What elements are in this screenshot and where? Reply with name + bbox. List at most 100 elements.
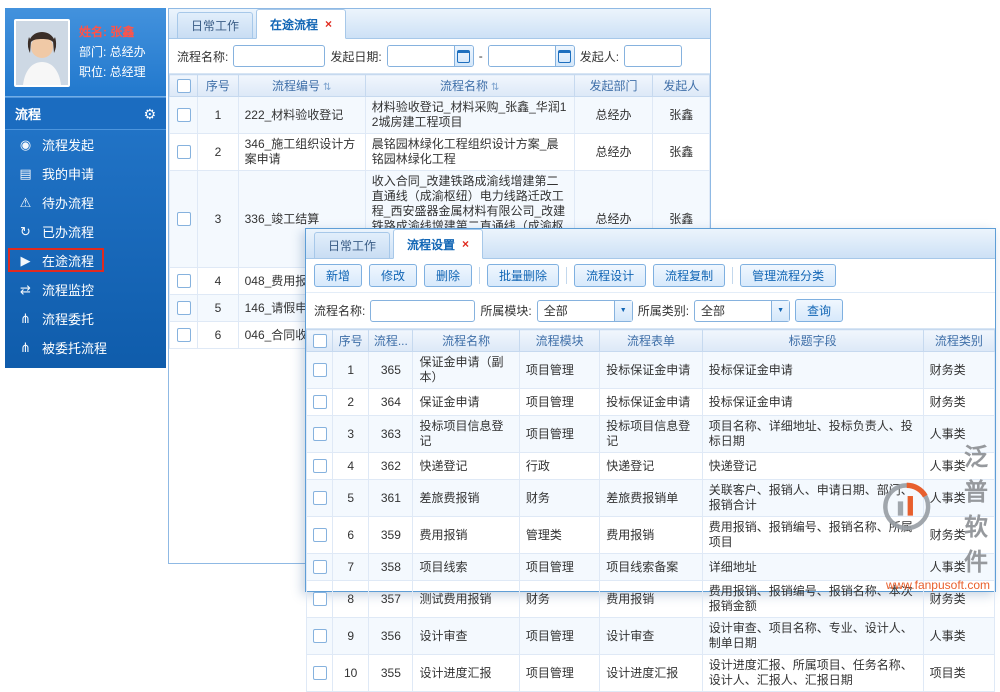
category-select[interactable]: 全部 ▼ [694, 299, 791, 322]
row-checkbox[interactable] [313, 560, 327, 575]
sidebar-item-process-delegation[interactable]: ⋔ 流程委托 [5, 304, 166, 333]
select-all-checkbox[interactable] [312, 333, 327, 348]
row-checkbox[interactable] [176, 145, 191, 160]
header-title-field[interactable]: 标题字段 [701, 329, 924, 352]
cell-name: 差旅费报销 [412, 479, 520, 517]
toolbar-divider [479, 267, 481, 284]
cell-module: 行政 [518, 452, 601, 480]
org-chart-icon: ⋔ [20, 310, 31, 326]
close-icon[interactable]: × [462, 237, 469, 251]
sidebar-item-label: 待办流程 [42, 196, 95, 211]
header-name[interactable]: 流程名称 ⇅ [364, 74, 575, 97]
chevron-down-icon[interactable]: ▼ [613, 300, 632, 321]
user-profile: 姓名: 张鑫 部门: 总经办 职位: 总经理 [5, 8, 166, 97]
process-copy-button[interactable]: 流程复制 [653, 264, 726, 287]
cell-name: 晨铭园林绿化工程组织设计方案_晨铭园林绿化工程 [364, 133, 575, 171]
row-checkbox[interactable] [176, 301, 191, 316]
sidebar-item-label: 流程委托 [42, 312, 95, 327]
select-all-checkbox[interactable] [176, 78, 191, 93]
overlay-filter-bar: 流程名称: 所属模块: 全部 ▼ 所属类别: 全部 ▼ 查询 [306, 293, 995, 329]
process-name-label: 流程名称: [314, 304, 366, 318]
row-checkbox[interactable] [176, 212, 191, 227]
section-title: 流程 [15, 107, 42, 122]
row-checkbox[interactable] [176, 328, 191, 343]
sidebar-item-completed-processes[interactable]: ↻ 已办流程 [5, 217, 166, 246]
cell-module: 项目管理 [518, 415, 601, 453]
row-checkbox[interactable] [313, 491, 327, 506]
table-row[interactable]: 1 365 保证金申请（副本） 项目管理 投标保证金申请 投标保证金申请 财务类 [305, 351, 996, 389]
tab-process-settings[interactable]: 流程设置 × [393, 229, 484, 259]
module-select[interactable]: 全部 ▼ [536, 299, 633, 322]
sidebar-item-process-monitor[interactable]: ⇄ 流程监控 [5, 275, 166, 304]
cell-title-field: 设计审查、项目名称、专业、设计人、制单日期 [701, 617, 924, 655]
row-checkbox[interactable] [313, 363, 327, 378]
tab-in-transit[interactable]: 在途流程 × [256, 9, 347, 39]
header-name[interactable]: 流程名称 [412, 329, 520, 352]
tab-daily-work[interactable]: 日常工作 [314, 232, 391, 258]
cell-no: 1 [197, 96, 239, 134]
initiator-input[interactable] [624, 45, 683, 67]
calendar-icon[interactable] [453, 46, 473, 66]
row-checkbox[interactable] [313, 459, 327, 474]
sidebar-item-label: 我的申请 [42, 167, 95, 182]
sidebar-item-my-applications[interactable]: ▤ 我的申请 [5, 159, 166, 188]
cell-no: 2 [332, 388, 370, 416]
date-to-input[interactable] [488, 46, 555, 66]
sidebar-item-delegated-processes[interactable]: ⋔ 被委托流程 [5, 333, 166, 362]
table-row[interactable]: 10 355 设计进度汇报 项目管理 设计进度汇报 设计进度汇报、所属项目、任务… [305, 654, 996, 692]
cell-no: 6 [332, 516, 370, 554]
manage-category-button[interactable]: 管理流程分类 [740, 264, 837, 287]
row-checkbox[interactable] [313, 629, 327, 644]
table-row[interactable]: 2 346_施工组织设计方案申请 晨铭园林绿化工程组织设计方案_晨铭园林绿化工程… [168, 133, 710, 171]
row-checkbox[interactable] [313, 666, 327, 681]
main-filter-bar: 流程名称: 发起日期: - 发起人: [169, 39, 710, 74]
sidebar-item-in-transit-processes[interactable]: ▶ 在途流程 [5, 246, 166, 275]
process-name-input[interactable] [370, 299, 476, 322]
row-checkbox[interactable] [176, 108, 191, 123]
header-module[interactable]: 流程模块 [518, 329, 601, 352]
table-row[interactable]: 2 364 保证金申请 项目管理 投标保证金申请 投标保证金申请 财务类 [305, 388, 996, 416]
cell-name: 费用报销 [412, 516, 520, 554]
header-category[interactable]: 流程类别 [922, 329, 996, 352]
row-checkbox[interactable] [313, 592, 327, 607]
process-design-button[interactable]: 流程设计 [574, 264, 647, 287]
table-row[interactable]: 9 356 设计审查 项目管理 设计审查 设计审查、项目名称、专业、设计人、制单… [305, 617, 996, 655]
process-name-label: 流程名称: [177, 49, 229, 64]
header-code[interactable]: 流程编号 ⇅ [237, 74, 366, 97]
header-dept[interactable]: 发起部门 [573, 74, 654, 97]
sidebar: 姓名: 张鑫 部门: 总经办 职位: 总经理 流程 ⚙ ◉ 流程发起 ▤ 我的申… [5, 8, 166, 368]
gear-icon[interactable]: ⚙ [143, 107, 156, 121]
header-code[interactable]: 流程... [368, 329, 414, 352]
tab-daily-work[interactable]: 日常工作 [177, 12, 254, 38]
row-checkbox[interactable] [313, 427, 327, 442]
delete-button[interactable]: 删除 [424, 264, 473, 287]
header-form[interactable]: 流程表单 [599, 329, 703, 352]
header-initiator[interactable]: 发起人 [652, 74, 710, 97]
row-checkbox[interactable] [176, 274, 191, 289]
cell-module: 项目管理 [518, 553, 601, 581]
sidebar-item-process-initiate[interactable]: ◉ 流程发起 [5, 130, 166, 159]
add-button[interactable]: 新增 [314, 264, 363, 287]
header-no[interactable]: 序号 [332, 329, 370, 352]
cell-code: 358 [368, 553, 414, 581]
process-name-input[interactable] [233, 45, 326, 67]
row-checkbox[interactable] [313, 528, 327, 543]
cell-name: 投标项目信息登记 [412, 415, 520, 453]
sort-icon: ⇅ [323, 82, 332, 93]
cell-form: 设计审查 [599, 617, 703, 655]
cell-no: 6 [197, 321, 239, 349]
date-from-input[interactable] [387, 46, 454, 66]
edit-button[interactable]: 修改 [369, 264, 418, 287]
table-row[interactable]: 1 222_材料验收登记 材料验收登记_材料采购_张鑫_华润12城房建工程项目 … [168, 96, 710, 134]
cell-no: 9 [332, 617, 370, 655]
chevron-down-icon[interactable]: ▼ [771, 300, 790, 321]
search-button[interactable]: 查询 [795, 299, 844, 322]
row-checkbox[interactable] [313, 395, 327, 410]
batch-delete-button[interactable]: 批量删除 [487, 264, 560, 287]
sidebar-item-pending-processes[interactable]: ⚠ 待办流程 [5, 188, 166, 217]
cell-name: 快递登记 [412, 452, 520, 480]
calendar-icon[interactable] [554, 46, 574, 66]
close-icon[interactable]: × [325, 17, 332, 31]
header-no[interactable]: 序号 [197, 74, 239, 97]
sync-icon: ⇄ [20, 281, 31, 297]
